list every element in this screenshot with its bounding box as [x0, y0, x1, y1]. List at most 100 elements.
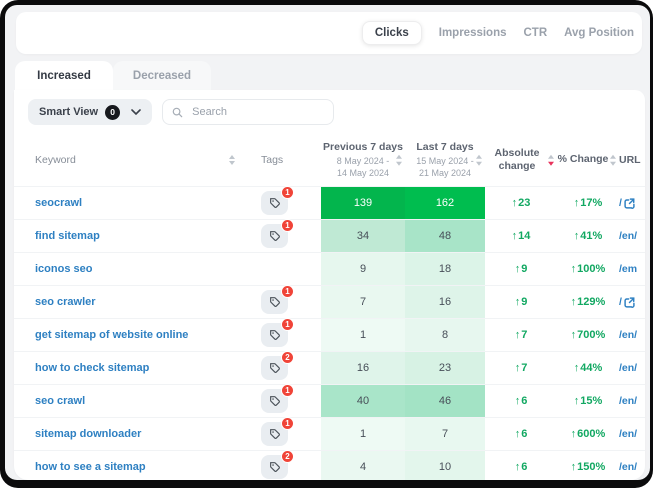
tags-cell: 1: [243, 187, 321, 219]
url-link[interactable]: /en/: [619, 220, 645, 252]
absolute-change-cell: ↑23: [485, 187, 557, 219]
column-header-percent-change[interactable]: % Change: [557, 153, 619, 166]
percent-change-cell: ↑600%: [557, 418, 619, 450]
url-link[interactable]: /em: [619, 253, 645, 285]
up-arrow-icon: ↑: [574, 395, 580, 407]
tag-count-badge: 1: [281, 219, 294, 232]
tag-chip[interactable]: 2: [261, 455, 288, 479]
filter-bar: Smart View 0: [14, 90, 645, 134]
external-link-icon: [624, 297, 635, 308]
column-header-absolute-change[interactable]: Absolute change: [485, 147, 557, 173]
keyword-link[interactable]: seo crawl: [14, 385, 243, 417]
keyword-link[interactable]: seo crawler: [14, 286, 243, 318]
absolute-change-cell: ↑9: [485, 286, 557, 318]
keyword-link[interactable]: how to check sitemap: [14, 352, 243, 384]
url-link[interactable]: /: [619, 187, 645, 219]
up-arrow-icon: ↑: [512, 230, 518, 242]
sort-icon-previous[interactable]: [396, 155, 402, 166]
keywords-table-card: Smart View 0 Keyword: [14, 90, 645, 480]
tag-icon: [269, 197, 281, 209]
percent-change-cell: ↑15%: [557, 385, 619, 417]
table-row: how to see a sitemap 2 4 10 ↑6 ↑150% /en…: [14, 450, 645, 480]
last-value-cell: 10: [405, 451, 485, 480]
keyword-link[interactable]: how to see a sitemap: [14, 451, 243, 480]
table-row: seo crawl 1 40 46 ↑6 ↑15% /en/: [14, 384, 645, 417]
tag-chip[interactable]: 1: [261, 224, 288, 248]
keyword-link[interactable]: iconos seo: [14, 253, 243, 285]
url-link[interactable]: /en/: [619, 385, 645, 417]
table-row: find sitemap 1 34 48 ↑14 ↑41% /en/: [14, 219, 645, 252]
last-title: Last 7 days: [416, 141, 473, 154]
previous-value-cell: 7: [321, 286, 405, 318]
tags-cell: 2: [243, 352, 321, 384]
last-value-cell: 162: [405, 187, 485, 219]
up-arrow-icon: ↑: [515, 263, 521, 275]
top-toolbar: Clicks Impressions CTR Avg Position: [16, 12, 642, 54]
tag-icon: [269, 461, 281, 473]
tab-increased[interactable]: Increased: [15, 61, 113, 90]
up-arrow-icon: ↑: [574, 230, 580, 242]
smart-view-count-badge: 0: [105, 105, 120, 120]
tag-icon: [269, 362, 281, 374]
up-arrow-icon: ↑: [571, 461, 577, 473]
url-link[interactable]: /en/: [619, 352, 645, 384]
url-link[interactable]: /en/: [619, 319, 645, 351]
keyword-link[interactable]: find sitemap: [14, 220, 243, 252]
url-link[interactable]: /: [619, 286, 645, 318]
percent-change-cell: ↑150%: [557, 451, 619, 480]
keyword-link[interactable]: seocrawl: [14, 187, 243, 219]
column-header-keyword[interactable]: Keyword: [14, 154, 243, 166]
keyword-link[interactable]: get sitemap of website online: [14, 319, 243, 351]
up-arrow-icon: ↑: [574, 197, 580, 209]
url-link[interactable]: /en/: [619, 418, 645, 450]
metric-tab-impressions[interactable]: Impressions: [439, 27, 507, 39]
change-direction-tabs: Increased Decreased: [15, 61, 211, 90]
tags-cell: 1: [243, 418, 321, 450]
metric-tab-avg-position[interactable]: Avg Position: [564, 27, 634, 39]
tag-chip[interactable]: 1: [261, 323, 288, 347]
last-value-cell: 18: [405, 253, 485, 285]
smart-view-label: Smart View: [39, 106, 98, 118]
tags-cell: 1: [243, 385, 321, 417]
last-value-cell: 8: [405, 319, 485, 351]
previous-value-cell: 40: [321, 385, 405, 417]
tag-chip[interactable]: 1: [261, 389, 288, 413]
tag-count-badge: 1: [281, 417, 294, 430]
url-title: URL: [619, 154, 641, 166]
percent-change-cell: ↑700%: [557, 319, 619, 351]
sort-icon-percent-change[interactable]: [610, 155, 616, 166]
percent-change-cell: ↑41%: [557, 220, 619, 252]
keyword-link[interactable]: sitemap downloader: [14, 418, 243, 450]
up-arrow-icon: ↑: [571, 296, 577, 308]
percent-change-cell: ↑44%: [557, 352, 619, 384]
search-icon: [172, 107, 183, 118]
tag-chip[interactable]: 1: [261, 290, 288, 314]
tag-chip[interactable]: 2: [261, 356, 288, 380]
table-body: seocrawl 1 139 162 ↑23 ↑17% / find sitem…: [14, 186, 645, 480]
tab-decreased[interactable]: Decreased: [113, 61, 211, 90]
tag-count-badge: 1: [281, 186, 294, 199]
tag-icon: [269, 230, 281, 242]
search-box: [162, 99, 334, 125]
column-header-last[interactable]: Last 7 days 15 May 2024 - 21 May 2024: [405, 141, 485, 179]
sort-icon-keyword[interactable]: [229, 155, 235, 166]
tag-chip[interactable]: 1: [261, 422, 288, 446]
metric-tab-ctr[interactable]: CTR: [524, 27, 548, 39]
page-background: Clicks Impressions CTR Avg Position Incr…: [5, 5, 650, 480]
url-link[interactable]: /en/: [619, 451, 645, 480]
smart-view-dropdown[interactable]: Smart View 0: [28, 99, 152, 125]
up-arrow-icon: ↑: [571, 428, 577, 440]
previous-value-cell: 16: [321, 352, 405, 384]
sort-icon-last[interactable]: [476, 155, 482, 166]
column-header-previous[interactable]: Previous 7 days 8 May 2024 - 14 May 2024: [321, 141, 405, 179]
metric-tab-clicks[interactable]: Clicks: [362, 21, 422, 45]
previous-value-cell: 139: [321, 187, 405, 219]
tag-chip[interactable]: 1: [261, 191, 288, 215]
tag-icon: [269, 296, 281, 308]
search-input[interactable]: [190, 105, 324, 119]
column-header-tags: Tags: [243, 154, 321, 166]
table-row: get sitemap of website online 1 1 8 ↑7 ↑…: [14, 318, 645, 351]
tag-count-badge: 1: [281, 318, 294, 331]
sort-icon-absolute-change-active[interactable]: [548, 155, 554, 166]
absolute-change-title: Absolute change: [485, 147, 557, 173]
